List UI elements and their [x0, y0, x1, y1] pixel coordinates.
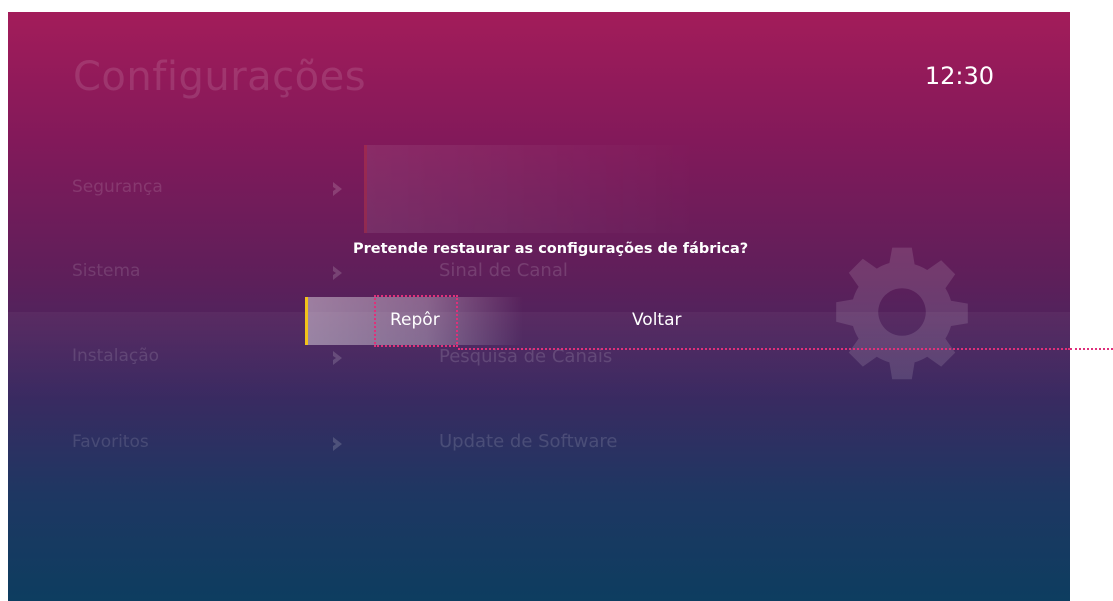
chevron-right-icon — [330, 265, 346, 281]
submenu-item-sinal-de-canal[interactable]: Sinal de Canal — [439, 260, 568, 281]
chevron-right-icon — [330, 181, 346, 197]
menu-item-label: Segurança — [72, 177, 163, 197]
page-title: Configurações — [73, 54, 367, 100]
menu-item-sistema[interactable]: Sistema — [72, 261, 140, 281]
back-button-label: Voltar — [632, 310, 682, 330]
submenu-header-panel — [364, 145, 697, 233]
focus-highlight-box — [374, 295, 458, 347]
menu-item-label: Favoritos — [72, 432, 149, 452]
settings-screen: Configurações 12:30 Segurança Sistema In… — [8, 12, 1070, 601]
chevron-right-icon — [330, 436, 346, 452]
menu-item-label: Sistema — [72, 261, 141, 281]
focus-pointer-line — [458, 348, 1070, 350]
submenu-item-update-de-software[interactable]: Update de Software — [439, 431, 617, 452]
focus-pointer-line-extension — [1070, 348, 1113, 350]
menu-item-label: Instalação — [72, 346, 160, 366]
chevron-right-icon — [330, 350, 346, 366]
clock: 12:30 — [924, 62, 994, 90]
gear-icon — [836, 247, 968, 380]
dialog-question: Pretende restaurar as configurações de f… — [353, 241, 749, 257]
menu-item-seguranca[interactable]: Segurança — [72, 177, 163, 197]
menu-item-favoritos[interactable]: Favoritos — [72, 432, 149, 452]
menu-item-instalacao[interactable]: Instalação — [72, 346, 159, 366]
back-button[interactable]: Voltar — [578, 297, 728, 345]
